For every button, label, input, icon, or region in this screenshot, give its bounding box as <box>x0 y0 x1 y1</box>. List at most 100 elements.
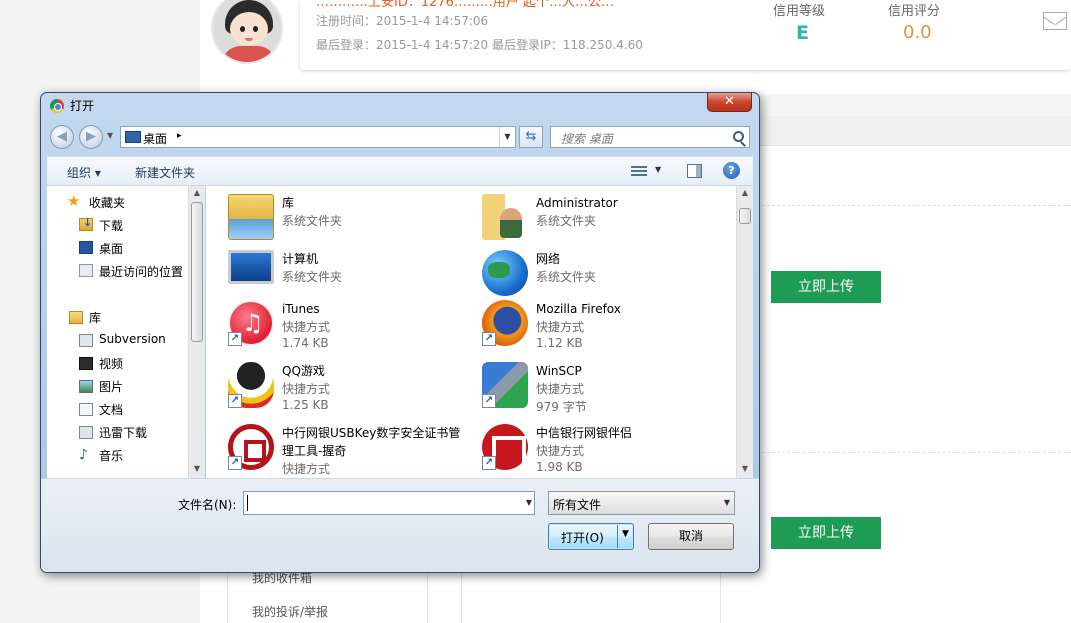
divider <box>722 452 1071 453</box>
computer-icon <box>228 250 274 284</box>
nav-favorites-header[interactable]: 收藏夹 <box>89 194 125 211</box>
nav-item-subversion[interactable]: Subversion <box>99 332 166 346</box>
file-list-scroll-thumb[interactable] <box>739 208 751 224</box>
file-name: 库 <box>282 196 295 210</box>
filter-dropdown-icon[interactable]: ▼ <box>724 492 730 514</box>
file-name: 网络 <box>536 252 561 266</box>
organize-menu-button[interactable]: 组织 ▾ <box>67 164 101 181</box>
refresh-icon[interactable]: ⇆ <box>519 126 543 148</box>
upload-now-button[interactable]: 立即上传 <box>771 271 881 303</box>
filename-label: 文件名(N): <box>178 498 237 512</box>
mail-icon[interactable] <box>1043 12 1067 30</box>
file-list-scrollbar[interactable]: ▲ ▼ <box>736 186 753 478</box>
address-dropdown-icon[interactable]: ▼ <box>499 127 515 147</box>
file-type: 系统文件夹 <box>536 270 597 284</box>
search-icon[interactable] <box>733 131 744 142</box>
file-name: WinSCP <box>536 364 582 378</box>
open-button[interactable]: 打开(O) ▼ <box>548 523 634 550</box>
file-type-filter-value[interactable]: 所有文件 <box>553 496 601 513</box>
file-type-filter-select[interactable]: 所有文件 ▼ <box>548 491 735 515</box>
nav-item-music[interactable]: 音乐 <box>99 447 123 464</box>
shortcut-arrow-icon: ↗ <box>228 332 242 346</box>
open-button-label[interactable]: 打开(O) <box>561 529 604 546</box>
desktop-icon <box>79 241 93 254</box>
search-input[interactable]: 搜索 桌面 <box>550 126 750 148</box>
address-location[interactable]: 桌面 <box>143 130 167 147</box>
file-list-pane: 库 系统文件夹 Administrator 系统文件夹 计算机 系统文件夹 网络… <box>206 186 736 478</box>
recent-places-icon <box>79 264 93 277</box>
back-arrow-icon[interactable]: ◀ <box>50 125 74 149</box>
forward-arrow-icon[interactable]: ▶ <box>79 125 103 149</box>
nav-item-desktop[interactable]: 桌面 <box>99 240 123 257</box>
preview-pane-icon[interactable] <box>687 164 702 178</box>
cancel-button[interactable]: 取消 <box>648 523 734 550</box>
dialog-toolbar: 组织 ▾ 新建文件夹 ▼ ? <box>47 156 753 186</box>
file-type: 快捷方式 <box>536 382 585 396</box>
credit-score-value: 0.0 <box>903 22 932 43</box>
documents-library-icon <box>79 403 93 416</box>
nav-scroll-thumb[interactable] <box>191 202 203 342</box>
file-type: 快捷方式 <box>536 444 585 458</box>
file-size: 1.98 KB <box>536 460 583 474</box>
filename-dropdown-icon[interactable]: ▼ <box>526 492 532 514</box>
file-open-dialog: 打开 ✕ ◀ ▶ ▼ 桌面 ▸ ▼ ⇆ 搜索 桌面 组织 ▾ 新建文件夹 ▼ ?… <box>40 92 760 573</box>
nav-pane-scrollbar[interactable]: ▲ ▼ <box>188 186 205 478</box>
navigation-pane: ★ 收藏夹 下载 桌面 最近访问的位置 库 Subversion 视频 图片 文… <box>47 186 205 478</box>
register-time: 注册时间：2015-1-4 14:57:06 <box>316 14 489 28</box>
libraries-folder-icon <box>69 311 83 324</box>
open-button-divider <box>617 525 618 548</box>
dialog-title: 打开 <box>70 99 95 113</box>
address-bar[interactable]: 桌面 ▸ ▼ <box>120 126 516 148</box>
nav-item-xunlei-download[interactable]: 迅雷下载 <box>99 424 147 441</box>
file-type: 系统文件夹 <box>536 214 597 228</box>
text-caret <box>247 495 248 511</box>
pictures-library-icon <box>79 380 93 393</box>
file-name: iTunes <box>282 302 320 316</box>
file-type: 快捷方式 <box>282 462 331 476</box>
file-size: 1.25 KB <box>282 398 329 412</box>
file-type: 系统文件夹 <box>282 214 343 228</box>
file-size: 979 字节 <box>536 400 587 414</box>
file-type: 系统文件夹 <box>282 270 343 284</box>
favorites-star-icon: ★ <box>67 192 81 210</box>
file-name: QQ游戏 <box>282 364 325 378</box>
nav-item-documents[interactable]: 文档 <box>99 401 123 418</box>
credit-level-value: E <box>796 22 809 44</box>
recent-locations-dropdown-icon[interactable]: ▼ <box>107 131 117 143</box>
shortcut-arrow-icon: ↗ <box>482 332 496 346</box>
last-login-info: 最后登录：2015-1-4 14:57:20 最后登录IP：118.250.4.… <box>316 38 643 52</box>
help-icon[interactable]: ? <box>723 162 740 179</box>
filename-input[interactable]: ▼ <box>243 491 535 515</box>
xunlei-download-library-icon <box>79 426 93 439</box>
open-options-dropdown-icon[interactable]: ▼ <box>622 529 629 539</box>
file-type: 快捷方式 <box>282 320 331 334</box>
nav-item-pictures[interactable]: 图片 <box>99 378 123 395</box>
file-name: 中行网银USBKey数字安全证书管 <box>282 426 461 440</box>
file-name-line2: 理工具-握奇 <box>282 444 347 458</box>
subversion-library-icon <box>79 334 93 347</box>
file-name: 计算机 <box>282 252 319 266</box>
nav-my-complaints[interactable]: 我的投诉/举报 <box>252 603 328 620</box>
content-panel <box>461 565 721 623</box>
nav-item-recent-places[interactable]: 最近访问的位置 <box>99 263 183 280</box>
music-library-icon: ♪ <box>79 447 88 463</box>
shortcut-arrow-icon: ↗ <box>482 456 496 470</box>
nav-item-videos[interactable]: 视频 <box>99 355 123 372</box>
shortcut-arrow-icon: ↗ <box>228 456 242 470</box>
upload-now-button-2[interactable]: 立即上传 <box>771 517 881 549</box>
new-folder-button[interactable]: 新建文件夹 <box>135 164 195 181</box>
search-placeholder: 搜索 桌面 <box>561 132 613 146</box>
view-dropdown-icon[interactable]: ▼ <box>655 165 661 174</box>
nav-item-downloads[interactable]: 下载 <box>99 217 123 234</box>
close-button[interactable]: ✕ <box>707 93 752 112</box>
file-type: 快捷方式 <box>536 320 585 334</box>
view-options-icon[interactable] <box>631 164 647 178</box>
downloads-folder-icon <box>79 216 93 231</box>
credit-level-label: 信用等级 <box>773 4 826 19</box>
profile-card <box>300 0 1071 70</box>
nav-libraries-header[interactable]: 库 <box>89 309 101 326</box>
file-size: 1.74 KB <box>282 336 329 350</box>
file-name: Mozilla Firefox <box>536 302 621 316</box>
chrome-icon <box>50 99 64 113</box>
address-separator[interactable]: ▸ <box>177 131 182 141</box>
